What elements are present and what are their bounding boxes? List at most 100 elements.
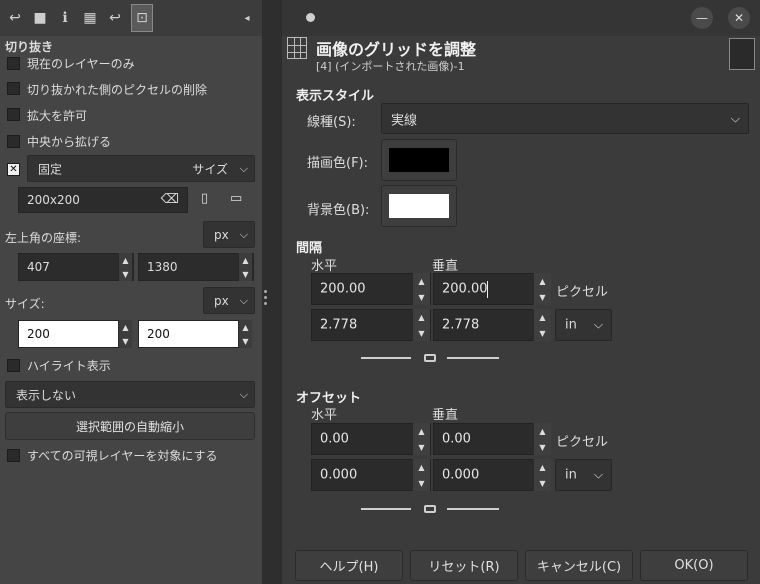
expand-from-center-label: 中央から拡げる bbox=[27, 135, 112, 149]
landscape-icon[interactable]: ▭ bbox=[230, 191, 242, 206]
bg-color-swatch bbox=[389, 194, 449, 218]
highlight-label: ハイライト表示 bbox=[27, 359, 111, 373]
size-label: サイズ: bbox=[5, 297, 45, 311]
spacing-h-in-spinner[interactable]: ▲ ▼ bbox=[412, 309, 430, 341]
spacing-h-px-spinner[interactable]: ▲ ▼ bbox=[412, 273, 430, 305]
fg-color-label: 描画色(F): bbox=[307, 156, 369, 171]
chain-link-icon[interactable] bbox=[424, 354, 436, 362]
fixed-checkbox[interactable]: ✕ bbox=[7, 163, 20, 176]
position-unit-combo[interactable]: px ⌵ bbox=[203, 221, 255, 248]
spacing-v-in-value: 2.778 bbox=[442, 317, 480, 333]
all-visible-layers-label: すべての可視レイヤーを対象にする bbox=[27, 449, 218, 463]
chevron-down-icon: ⌵ bbox=[593, 317, 603, 332]
panel-menu-icon[interactable]: ◂ bbox=[236, 4, 258, 32]
offset-h-px-spinner[interactable]: ▲ ▼ bbox=[412, 423, 430, 455]
window-menu-icon[interactable] bbox=[306, 13, 315, 22]
spacing-unit-combo[interactable]: in ⌵ bbox=[555, 309, 612, 341]
current-layer-only-label: 現在のレイヤーのみ bbox=[27, 57, 135, 71]
portrait-icon[interactable]: ▯ bbox=[201, 191, 208, 206]
fixed-value-input[interactable]: 200x200 ⌫ bbox=[18, 187, 188, 213]
spacing-chain-line-left bbox=[361, 357, 411, 359]
delete-cropped-pixels-label: 切り抜かれた側のピクセルの削除 bbox=[27, 83, 208, 97]
position-y-value: 1380 bbox=[147, 260, 178, 274]
dialog-titlebar: — ✕ bbox=[282, 0, 760, 36]
line-style-combo[interactable]: 実線 ⌵ bbox=[381, 103, 749, 134]
pattern-icon[interactable]: ▦ bbox=[79, 4, 101, 32]
minimize-icon[interactable]: — bbox=[691, 7, 713, 29]
position-x-spinner[interactable]: ▲ ▼ bbox=[118, 253, 132, 281]
cancel-button[interactable]: キャンセル(C) bbox=[525, 550, 633, 581]
size-height-spinner[interactable]: ▲ ▼ bbox=[238, 320, 252, 348]
allow-growing-label: 拡大を許可 bbox=[27, 109, 88, 123]
spacing-v-px-value: 200.00 bbox=[442, 281, 488, 297]
allow-growing-checkbox[interactable] bbox=[7, 108, 20, 121]
size-unit-value: px bbox=[214, 293, 229, 308]
size-width-input[interactable]: 200 bbox=[18, 320, 120, 348]
spacing-vertical-label: 垂直 bbox=[432, 259, 459, 274]
text-cursor bbox=[487, 281, 488, 298]
offset-unit-value: in bbox=[565, 467, 577, 483]
highlight-checkbox[interactable] bbox=[7, 359, 20, 372]
tool-options-icon[interactable]: ⊡ bbox=[131, 4, 153, 32]
tool-options-panel: ↩ ■ ℹ ▦ ↩ ⊡ ◂ 切り抜き 現在のレイヤーのみ 切り抜かれた側のピクセ… bbox=[0, 0, 262, 584]
offset-chain-line-right bbox=[447, 508, 499, 510]
chevron-down-icon: ⌵ bbox=[730, 111, 740, 125]
offset-unit-combo[interactable]: in ⌵ bbox=[555, 459, 612, 491]
offset-chain-line-left bbox=[361, 508, 411, 510]
image-thumbnail bbox=[729, 38, 755, 70]
spacing-chain-line-right bbox=[447, 357, 499, 359]
dialog-subtitle: [4] (インポートされた画像)-1 bbox=[316, 60, 465, 73]
all-visible-layers-checkbox[interactable] bbox=[7, 449, 20, 462]
fixed-mode-combo[interactable]: 固定 サイズ ⌵ bbox=[27, 155, 255, 182]
spacing-v-in-spinner[interactable]: ▲ ▼ bbox=[533, 309, 551, 341]
undo-icon[interactable]: ↩ bbox=[104, 4, 126, 32]
dialog-title: 画像のグリッドを調整 bbox=[316, 40, 477, 59]
resize-handle-dot bbox=[264, 296, 267, 299]
position-y-input[interactable]: 1380 bbox=[138, 253, 254, 281]
spacing-h-in-value: 2.778 bbox=[320, 317, 358, 333]
tool-preset-icon[interactable]: ℹ bbox=[54, 4, 76, 32]
guides-combo[interactable]: 表示しない ⌵ bbox=[5, 381, 255, 408]
offset-v-px-spinner[interactable]: ▲ ▼ bbox=[533, 423, 551, 455]
position-y-spinner[interactable]: ▲ ▼ bbox=[238, 253, 252, 281]
offset-v-in-spinner[interactable]: ▲ ▼ bbox=[533, 459, 551, 491]
size-height-input[interactable]: 200 bbox=[138, 320, 240, 348]
help-button[interactable]: ヘルプ(H) bbox=[295, 550, 403, 581]
clear-icon[interactable]: ⌫ bbox=[161, 192, 179, 207]
chevron-down-icon: ⌵ bbox=[239, 161, 248, 175]
ok-button[interactable]: OK(O) bbox=[640, 550, 748, 581]
bg-color-button[interactable] bbox=[381, 185, 457, 227]
undo-history-icon[interactable]: ↩ bbox=[4, 4, 26, 32]
auto-shrink-button[interactable]: 選択範囲の自動縮小 bbox=[5, 412, 255, 440]
chain-link-icon[interactable] bbox=[424, 505, 436, 513]
spacing-horizontal-label: 水平 bbox=[311, 259, 338, 274]
close-icon[interactable]: ✕ bbox=[728, 7, 750, 29]
fixed-mode-value: サイズ bbox=[192, 162, 228, 176]
size-width-value: 200 bbox=[27, 327, 50, 341]
guides-value: 表示しない bbox=[16, 388, 77, 402]
size-width-spinner[interactable]: ▲ ▼ bbox=[118, 320, 132, 348]
position-x-input[interactable]: 407 bbox=[18, 253, 134, 281]
delete-cropped-pixels-checkbox[interactable] bbox=[7, 82, 20, 95]
fg-color-swatch bbox=[389, 148, 449, 172]
line-style-label: 線種(S): bbox=[307, 115, 356, 130]
size-unit-combo[interactable]: px ⌵ bbox=[203, 287, 255, 314]
line-style-value: 実線 bbox=[391, 113, 418, 128]
dock-tab-bar: ↩ ■ ℹ ▦ ↩ ⊡ ◂ bbox=[0, 0, 262, 36]
reset-button[interactable]: リセット(R) bbox=[410, 550, 518, 581]
fg-color-button[interactable] bbox=[381, 139, 457, 181]
chevron-down-icon: ⌵ bbox=[239, 293, 248, 307]
chevron-down-icon: ⌵ bbox=[239, 387, 248, 401]
current-layer-only-checkbox[interactable] bbox=[7, 57, 20, 70]
offset-h-px-value: 0.00 bbox=[320, 431, 349, 447]
chevron-down-icon: ⌵ bbox=[239, 227, 248, 241]
offset-h-in-spinner[interactable]: ▲ ▼ bbox=[412, 459, 430, 491]
chevron-down-icon: ⌵ bbox=[593, 467, 603, 482]
resize-handle-icon[interactable] bbox=[264, 290, 267, 293]
bg-color-label: 背景色(B): bbox=[307, 203, 370, 218]
expand-from-center-checkbox[interactable] bbox=[7, 135, 20, 148]
brush-icon[interactable]: ■ bbox=[29, 4, 51, 32]
resize-handle-dot bbox=[264, 302, 267, 305]
size-height-value: 200 bbox=[147, 327, 170, 341]
spacing-v-px-spinner[interactable]: ▲ ▼ bbox=[533, 273, 551, 305]
